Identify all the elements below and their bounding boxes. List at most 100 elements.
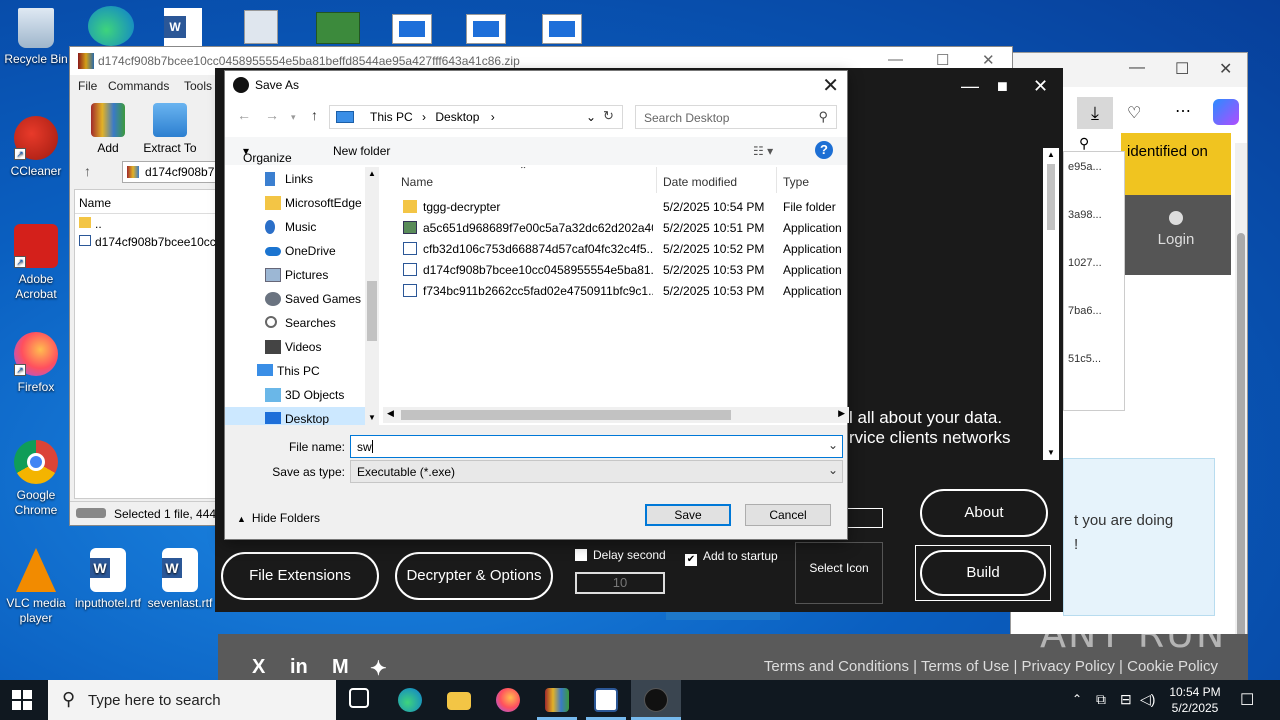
desktop-icon-firefox[interactable]: ↗ Firefox [0, 332, 72, 395]
file-list-hscrollbar[interactable]: ◀ ▶ [383, 407, 849, 423]
column-header-type[interactable]: Type [777, 167, 849, 193]
download-icon[interactable]: ⤓ [1077, 97, 1113, 129]
chevron-down-icon[interactable]: ⌄ [828, 438, 838, 452]
scroll-thumb[interactable] [1237, 233, 1245, 653]
maximize-icon[interactable]: ■ [997, 76, 1008, 97]
desktop-icon-sevenlast[interactable]: W sevenlast.rtf [144, 548, 216, 611]
file-explorer-icon[interactable] [447, 692, 471, 710]
nav-item-links[interactable]: Links [225, 167, 379, 191]
notifications-icon[interactable]: ☐ [1240, 690, 1254, 710]
word-desktop-icon[interactable]: W [164, 8, 202, 46]
chevron-up-icon[interactable]: ⌃ [1072, 692, 1082, 706]
column-header-name[interactable]: Name ⌃ [383, 167, 657, 193]
scroll-down-icon[interactable]: ▼ [1043, 446, 1059, 460]
taskbar-clock[interactable]: 10:54 PM 5/2/2025 [1158, 684, 1232, 716]
back-arrow-icon[interactable]: ← [237, 107, 251, 123]
health-icon[interactable]: ♡ [1127, 103, 1141, 123]
up-arrow-icon[interactable]: ↑ [311, 107, 318, 123]
minimize-icon[interactable]: — [1129, 59, 1145, 77]
menu-file[interactable]: File [78, 79, 97, 93]
save-as-type-select[interactable]: Executable (*.exe) ⌄ [350, 460, 843, 483]
desktop-icon-vlc[interactable]: VLC media player [0, 548, 72, 626]
desktop-icon-adobe-acrobat[interactable]: ↗ Adobe Acrobat [0, 224, 72, 302]
nav-item-searches[interactable]: Searches [225, 311, 379, 335]
footer-link-privacy-policy[interactable]: Privacy Policy [1022, 658, 1115, 675]
hash-item[interactable]: 51c5... [1064, 344, 1124, 392]
ethernet-icon[interactable]: ⊟ [1120, 691, 1132, 708]
firefox-taskbar-icon[interactable] [496, 688, 520, 712]
select-icon-button[interactable]: Select Icon [795, 542, 883, 604]
nav-item-desktop[interactable]: Desktop [225, 407, 379, 425]
task-view-icon[interactable] [349, 688, 369, 708]
scroll-up-icon[interactable]: ▲ [1043, 148, 1059, 162]
add-to-startup-checkbox[interactable]: ✔ Add to startup [685, 549, 778, 566]
nav-item-microsoftedge[interactable]: MicrosoftEdge [225, 191, 379, 215]
edge-desktop-icon[interactable] [88, 6, 134, 46]
taskbar-search-box[interactable]: ⚲ Type here to search [48, 680, 336, 720]
image-desktop-icon[interactable] [244, 10, 278, 44]
windows-start-icon[interactable] [12, 690, 32, 710]
footer-link-terms-of-use[interactable]: Terms of Use [921, 658, 1009, 675]
save-button[interactable]: Save [645, 504, 731, 526]
scroll-thumb[interactable] [1047, 164, 1055, 230]
nav-item-music[interactable]: Music [225, 215, 379, 239]
delay-second-checkbox[interactable]: Delay second [575, 548, 666, 562]
file-row[interactable]: a5c651d968689f7e00c5a7a32dc62d202a40... … [383, 218, 849, 239]
menu-commands[interactable]: Commands [108, 79, 169, 93]
view-options-icon[interactable]: ☷ ▾ [753, 144, 773, 158]
file-row[interactable]: f734bc911b2662cc5fad02e4750911bfc9c1... … [383, 281, 849, 302]
more-icon[interactable]: ⋯ [1175, 101, 1191, 121]
board-desktop-icon[interactable] [316, 12, 360, 44]
blue-page-button[interactable] [666, 612, 780, 620]
nav-item-pictures[interactable]: Pictures [225, 263, 379, 287]
scroll-left-icon[interactable]: ◀ [387, 408, 394, 419]
nav-item-3d-objects[interactable]: 3D Objects [225, 383, 379, 407]
pin-icon[interactable]: ⚲ [1079, 135, 1089, 152]
hide-folders-button[interactable]: ▲ Hide Folders [237, 511, 320, 525]
column-header-date[interactable]: Date modified [657, 167, 777, 193]
mastodon-icon[interactable]: M [332, 656, 349, 679]
maximize-icon[interactable]: ☐ [936, 51, 949, 69]
minimize-icon[interactable]: — [888, 51, 903, 68]
minimize-icon[interactable]: — [961, 76, 979, 97]
list-item[interactable]: d174cf908b7bcee10cc04 [75, 232, 217, 250]
builder-input-box[interactable] [845, 508, 883, 528]
nav-item-saved-games[interactable]: Saved Games [225, 287, 379, 311]
forward-arrow-icon[interactable]: → [265, 107, 279, 123]
footer-link-terms-conditions[interactable]: Terms and Conditions [764, 658, 909, 675]
close-icon[interactable]: ✕ [822, 73, 839, 98]
nav-item-this-pc[interactable]: This PC [225, 359, 379, 383]
app-taskbar-icon[interactable] [594, 688, 618, 712]
footer-link-cookie-policy[interactable]: Cookie Policy [1127, 658, 1218, 675]
help-icon[interactable]: ? [815, 141, 833, 159]
refresh-icon[interactable]: ↻ [603, 108, 614, 124]
linkedin-icon[interactable]: in [290, 656, 308, 679]
menu-tools[interactable]: Tools [184, 79, 212, 93]
cancel-button[interactable]: Cancel [745, 504, 831, 526]
breadcrumb-desktop[interactable]: Desktop [435, 110, 479, 124]
breadcrumb[interactable]: This PC › Desktop › ⌄ [329, 105, 623, 129]
breadcrumb-this-pc[interactable]: This PC [370, 110, 413, 124]
column-header-name[interactable]: Name [75, 190, 217, 214]
recent-dropdown-icon[interactable]: ▾ [291, 112, 296, 123]
builder-taskbar-button[interactable] [631, 680, 681, 720]
close-icon[interactable]: ✕ [1219, 59, 1232, 79]
app-desktop-icon[interactable] [466, 14, 506, 44]
nav-item-onedrive[interactable]: OneDrive [225, 239, 379, 263]
bluesky-icon[interactable]: ✦ [370, 656, 387, 681]
file-name-input[interactable]: sw ⌄ [350, 435, 843, 458]
network-icon[interactable]: ⧉ [1096, 691, 1106, 708]
browser-scrollbar[interactable] [1235, 143, 1247, 663]
desktop-icon-google-chrome[interactable]: Google Chrome [0, 440, 72, 518]
hash-item[interactable]: 3a98... [1064, 200, 1124, 248]
close-icon[interactable]: ✕ [1033, 76, 1048, 97]
desktop-icon-ccleaner[interactable]: ↗ CCleaner [0, 116, 72, 179]
about-button[interactable]: About [920, 489, 1048, 537]
new-folder-button[interactable]: New folder [333, 144, 390, 158]
x-social-icon[interactable]: X [252, 656, 265, 679]
builder-scrollbar[interactable]: ▲ ▼ [1043, 148, 1059, 460]
up-arrow-icon[interactable]: ↑ [84, 163, 91, 179]
navigation-pane-scrollbar[interactable]: ▲ ▼ [365, 167, 379, 425]
winrar-taskbar-icon[interactable] [545, 688, 569, 712]
hash-item[interactable]: 1027... [1064, 248, 1124, 296]
